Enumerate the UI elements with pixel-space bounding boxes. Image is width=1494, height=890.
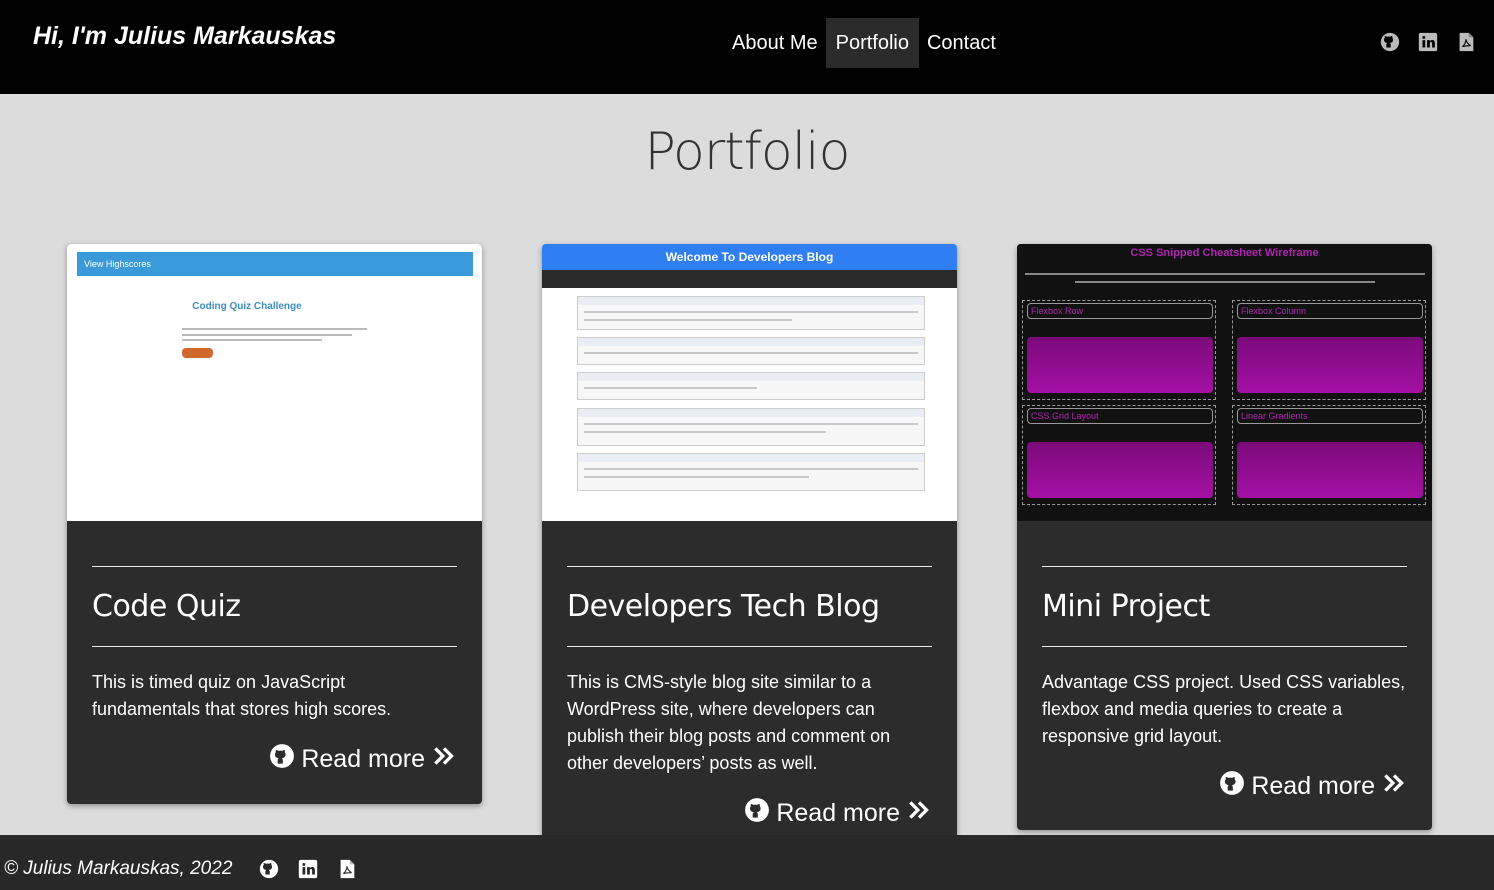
thumb-text-line (1075, 281, 1375, 283)
read-more-label: Read more (301, 745, 425, 773)
divider (1042, 566, 1407, 567)
thumb-cheatsheet-heading: CSS Snipped Cheatsheet Wireframe (1130, 247, 1319, 259)
header-social-icons (1378, 30, 1478, 54)
nav-portfolio[interactable]: Portfolio (825, 18, 919, 68)
thumb-snippet-box: Linear Gradients (1232, 405, 1426, 505)
double-chevron-right-icon (1381, 770, 1407, 803)
project-thumbnail[interactable]: Welcome To Developers Blog (542, 244, 957, 521)
card-description: This is timed quiz on JavaScript fundame… (92, 672, 392, 719)
card-title: Code Quiz (92, 589, 241, 624)
thumb-snippet-box: Flexbox Row (1022, 300, 1216, 400)
nav-contact[interactable]: Contact (919, 18, 1004, 68)
divider (92, 566, 457, 567)
read-more-link[interactable]: Read more (92, 743, 457, 776)
divider (567, 646, 932, 647)
thumb-quiz-heading: Coding Quiz Challenge (192, 301, 302, 312)
thumb-snippet-label: Flexbox Row (1027, 303, 1213, 319)
site-brand[interactable]: Hi, I'm Julius Markauskas (33, 22, 336, 51)
thumb-blog-post (577, 408, 925, 446)
card-description: This is CMS-style blog site similar to a… (567, 672, 891, 773)
linkedin-icon[interactable] (1416, 30, 1440, 54)
thumb-text-line (182, 334, 352, 336)
read-more-label: Read more (776, 799, 900, 827)
project-card-mini-project: CSS Snipped Cheatsheet Wireframe Flexbox… (1017, 244, 1432, 830)
card-title: Developers Tech Blog (567, 589, 880, 624)
thumb-highscores-bar: View Highscores (77, 252, 473, 276)
read-more-link[interactable]: Read more (567, 797, 932, 830)
site-header: Hi, I'm Julius Markauskas About Me Portf… (0, 0, 1494, 94)
thumb-snippet-box: CSS Grid Layout (1022, 405, 1216, 505)
thumb-blog-navbar (542, 270, 957, 288)
pdf-icon[interactable] (336, 858, 358, 880)
divider (92, 646, 457, 647)
thumb-blog-post (577, 337, 925, 365)
github-icon[interactable] (258, 858, 280, 880)
main-nav: About Me Portfolio Contact (724, 18, 1004, 68)
thumb-blog-post (577, 453, 925, 491)
read-more-link[interactable]: Read more (1042, 770, 1407, 803)
divider (567, 566, 932, 567)
thumb-snippet-label: CSS Grid Layout (1027, 408, 1213, 424)
thumb-blog-post (577, 296, 925, 330)
thumb-text-line (182, 328, 367, 330)
thumb-snippet-label: Linear Gradients (1237, 408, 1423, 424)
copyright-text: © Julius Markauskas, 2022 (4, 858, 233, 879)
project-thumbnail[interactable]: CSS Snipped Cheatsheet Wireframe Flexbox… (1017, 244, 1432, 521)
github-icon (1219, 770, 1245, 803)
thumb-text-line (1025, 273, 1425, 275)
project-thumbnail[interactable]: View Highscores Coding Quiz Challenge (67, 244, 482, 521)
thumb-text-line (182, 339, 322, 341)
card-title: Mini Project (1042, 589, 1210, 624)
github-icon (269, 743, 295, 776)
page-title: Portfolio (644, 122, 851, 182)
footer-social-icons (258, 858, 358, 880)
github-icon[interactable] (1378, 30, 1402, 54)
nav-about-me[interactable]: About Me (724, 18, 826, 68)
pdf-icon[interactable] (1454, 30, 1478, 54)
divider (1042, 646, 1407, 647)
thumb-blog-heading: Welcome To Developers Blog (542, 244, 957, 270)
thumb-blog-post (577, 372, 925, 400)
thumb-start-button (182, 348, 213, 358)
thumb-snippet-box: Flexbox Column (1232, 300, 1426, 400)
double-chevron-right-icon (431, 743, 457, 776)
linkedin-icon[interactable] (297, 858, 319, 880)
project-card-code-quiz: View Highscores Coding Quiz Challenge Co… (67, 244, 482, 804)
double-chevron-right-icon (906, 797, 932, 830)
github-icon (744, 797, 770, 830)
thumb-snippet-label: Flexbox Column (1237, 303, 1423, 319)
read-more-label: Read more (1251, 772, 1375, 800)
project-card-tech-blog: Welcome To Developers Blog Developers Te… (542, 244, 957, 844)
site-footer: © Julius Markauskas, 2022 (0, 835, 1494, 890)
card-description: Advantage CSS project. Used CSS variable… (1042, 672, 1406, 746)
